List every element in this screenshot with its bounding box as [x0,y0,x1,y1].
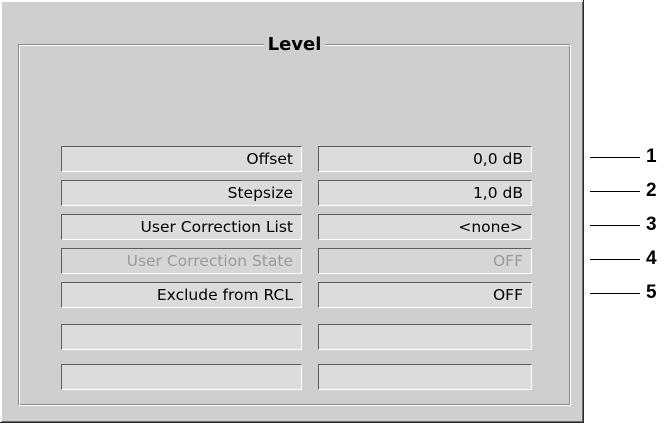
stepsize-label: Stepsize [61,180,302,206]
callout-number-2: 2 [646,180,657,201]
level-dialog: Level Offset 0,0 dB Stepsize 1,0 dB User… [0,0,584,423]
callout-line-4 [590,259,640,260]
callout-number-5: 5 [646,282,657,303]
exclude-from-rcl-value-field[interactable]: OFF [318,282,532,308]
callout-number-4: 4 [646,248,657,269]
empty-value-field-7 [318,364,532,390]
offset-label: Offset [61,146,302,172]
empty-label-7 [61,364,302,390]
user-correction-state-value-field: OFF [318,248,532,274]
user-correction-state-label: User Correction State [61,248,302,274]
callout-line-3 [590,225,640,226]
user-correction-list-label: User Correction List [61,214,302,240]
callout-number-1: 1 [646,146,657,167]
stepsize-value-field[interactable]: 1,0 dB [318,180,532,206]
exclude-from-rcl-label: Exclude from RCL [61,282,302,308]
callout-line-5 [590,293,640,294]
level-group-title: Level [263,34,326,55]
callout-line-2 [590,191,640,192]
empty-value-field-6 [318,324,532,350]
user-correction-list-value-field[interactable]: <none> [318,214,532,240]
offset-value-field[interactable]: 0,0 dB [318,146,532,172]
callout-number-3: 3 [646,214,657,235]
callout-line-1 [590,157,640,158]
level-group-title-wrap: Level [19,34,570,56]
empty-label-6 [61,324,302,350]
